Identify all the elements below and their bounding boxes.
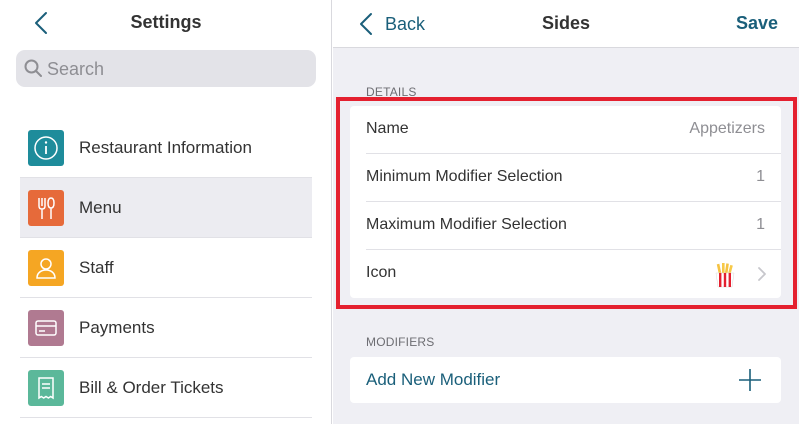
detail-nav-bar: Back Sides Save [333, 0, 799, 48]
detail-row-label: Minimum Modifier Selection [366, 168, 563, 185]
settings-pane: Settings Search Restaurant Information M… [0, 0, 332, 424]
french-fries-icon [715, 263, 735, 288]
modifiers-section-header: MODIFIERS [366, 335, 435, 349]
settings-menu: Restaurant Information Menu Staff Paymen… [20, 118, 312, 418]
menu-item-label: Menu [79, 198, 122, 217]
menu-item-menu[interactable]: Menu [20, 178, 312, 238]
settings-title: Settings [130, 12, 202, 32]
detail-pane: Back Sides Save DETAILS Name Appetizers … [333, 0, 799, 424]
detail-row-value: 1 [756, 168, 765, 185]
menu-item-payments[interactable]: Payments [20, 298, 312, 358]
modifiers-card: Add New Modifier [350, 357, 781, 403]
plus-icon [739, 369, 761, 391]
person-icon [28, 250, 64, 286]
card-icon [28, 310, 64, 346]
menu-item-staff[interactable]: Staff [20, 238, 312, 298]
receipt-icon [28, 370, 64, 406]
detail-row-label: Name [366, 120, 409, 137]
menu-item-label: Bill & Order Tickets [79, 378, 224, 397]
detail-row-name[interactable]: Name Appetizers [366, 106, 781, 154]
detail-row-label: Icon [366, 264, 397, 281]
menu-item-restaurant-information[interactable]: Restaurant Information [20, 118, 312, 178]
add-new-modifier-label: Add New Modifier [366, 370, 501, 389]
detail-row-maximum-selection[interactable]: Maximum Modifier Selection 1 [366, 202, 781, 250]
detail-row-icon[interactable]: Icon [366, 250, 781, 298]
details-section-header: DETAILS [366, 85, 417, 99]
menu-item-bill-order-tickets[interactable]: Bill & Order Tickets [20, 358, 312, 418]
detail-row-value: 1 [756, 216, 765, 233]
chevron-right-icon [758, 267, 766, 281]
detail-row-label: Maximum Modifier Selection [366, 216, 567, 233]
menu-item-label: Staff [79, 258, 114, 277]
page-title: Sides [541, 13, 591, 33]
detail-row-minimum-selection[interactable]: Minimum Modifier Selection 1 [366, 154, 781, 202]
fork-knife-icon [28, 190, 64, 226]
settings-nav-bar: Settings [0, 0, 332, 46]
info-icon [28, 130, 64, 166]
detail-row-value: Appetizers [689, 120, 765, 137]
menu-item-label: Restaurant Information [79, 138, 252, 157]
menu-item-label: Payments [79, 318, 155, 337]
details-card: Name Appetizers Minimum Modifier Selecti… [350, 106, 781, 298]
save-button[interactable]: Save [736, 13, 778, 34]
add-new-modifier-button[interactable]: Add New Modifier [350, 357, 781, 403]
search-input[interactable]: Search [16, 50, 316, 87]
search-icon [24, 59, 42, 77]
search-placeholder: Search [47, 59, 105, 79]
